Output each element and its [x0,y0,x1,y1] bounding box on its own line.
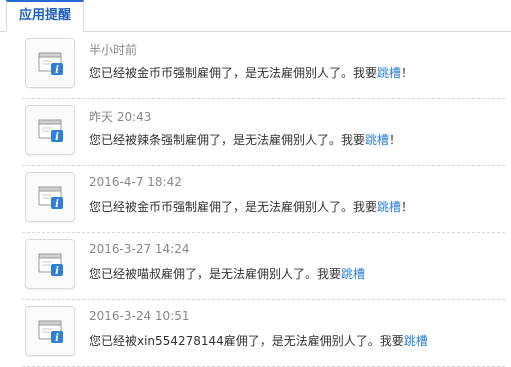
notification-text: 您已经被金币币强制雇佣了，是无法雇佣别人了。我要 [89,66,378,80]
notification-time: 半小时前 [89,43,138,57]
app-window-info-icon: i [38,186,63,210]
notification-suffix: ！ [401,66,414,80]
app-window-info-icon: i [38,119,63,143]
notification-suffix: ！ [401,200,414,214]
notification-item: i 2016-3-27 14:24 您已经被喵叔雇佣了，是无法雇佣别人了。我要跳… [22,233,505,300]
notification-item: i 2016-3-24 10:51 您已经被xin554278144雇佣了，是无… [22,300,505,367]
tab-app-reminders[interactable]: 应用提醒 [6,0,84,32]
notification-item: i 2016-4-7 18:42 您已经被金币币强制雇佣了，是无法雇佣别人了。我… [22,166,505,233]
notification-avatar: i [25,38,75,88]
job-hop-link[interactable]: 跳槽 [377,66,401,80]
notification-message: 您已经被金币币强制雇佣了，是无法雇佣别人了。我要跳槽！ [89,198,413,215]
notification-message: 您已经被喵叔雇佣了，是无法雇佣别人了。我要跳槽 [89,265,365,282]
app-window-info-icon: i [38,320,63,344]
notification-item: i 昨天 20:43 您已经被辣条强制雇佣了，是无法雇佣别人了。我要跳槽！ [22,99,505,166]
notification-list: i 半小时前 您已经被金币币强制雇佣了，是无法雇佣别人了。我要跳槽！ i 昨天 … [0,32,511,367]
app-window-info-icon: i [38,253,63,277]
app-window-info-icon: i [38,52,63,76]
notification-time: 昨天 20:43 [89,110,152,124]
notification-avatar: i [25,105,75,155]
job-hop-link[interactable]: 跳槽 [341,267,365,281]
notification-suffix: ！ [389,133,402,147]
notification-message: 您已经被辣条强制雇佣了，是无法雇佣别人了。我要跳槽！ [89,131,401,148]
job-hop-link[interactable]: 跳槽 [365,133,389,147]
notification-avatar: i [25,306,75,356]
notification-text: 您已经被喵叔雇佣了，是无法雇佣别人了。我要 [89,267,342,281]
notification-time: 2016-4-7 18:42 [89,175,182,189]
notification-message: 您已经被xin554278144雇佣了，是无法雇佣别人了。我要跳槽 [89,332,428,349]
job-hop-link[interactable]: 跳槽 [377,200,401,214]
notification-text: 您已经被金币币强制雇佣了，是无法雇佣别人了。我要 [89,200,378,214]
job-hop-link[interactable]: 跳槽 [404,334,428,348]
svg-text:i: i [55,65,59,76]
notification-item: i 半小时前 您已经被金币币强制雇佣了，是无法雇佣别人了。我要跳槽！ [22,32,505,99]
svg-text:i: i [55,266,59,277]
notification-avatar: i [25,172,75,222]
svg-text:i: i [55,333,59,344]
notification-avatar: i [25,239,75,289]
tab-bar: 应用提醒 [0,0,511,32]
notification-message: 您已经被金币币强制雇佣了，是无法雇佣别人了。我要跳槽！ [89,64,413,81]
notification-time: 2016-3-24 10:51 [89,309,190,323]
svg-text:i: i [55,199,59,210]
notification-text: 您已经被xin554278144雇佣了，是无法雇佣别人了。我要 [89,334,404,348]
svg-text:i: i [55,132,59,143]
notification-time: 2016-3-27 14:24 [89,242,190,256]
notification-text: 您已经被辣条强制雇佣了，是无法雇佣别人了。我要 [89,133,366,147]
